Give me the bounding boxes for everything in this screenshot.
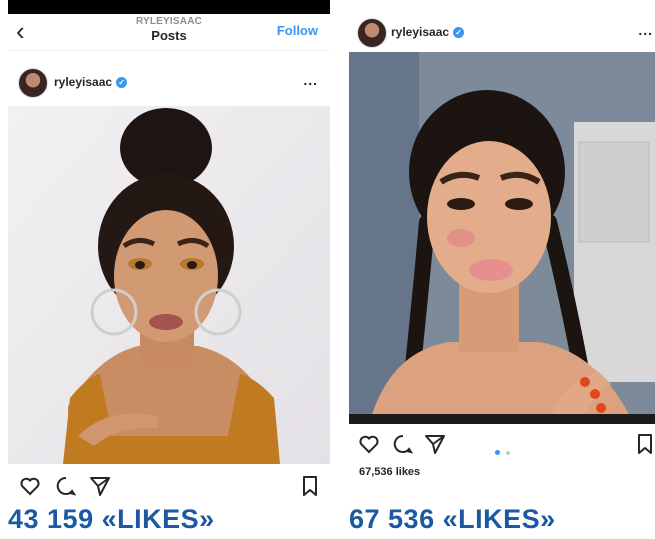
heart-icon[interactable] [357, 432, 381, 456]
left-likes-caption: 43 159 «LIKES» [8, 504, 215, 534]
post-photo[interactable] [8, 106, 330, 464]
comment-icon[interactable] [54, 474, 78, 498]
posts-nav-bar: ‹ RYLEYISAAC Posts Follow [8, 14, 330, 51]
more-options-button[interactable]: ... [303, 72, 318, 88]
post-username[interactable]: ryleyisaac [391, 25, 449, 39]
avatar[interactable] [357, 18, 387, 48]
portrait-image [349, 52, 655, 424]
post-header: ryleyisaac ✓ ... [8, 64, 330, 102]
portrait-image [8, 106, 330, 464]
post-author[interactable]: ryleyisaac ✓ [54, 75, 128, 89]
post-actions [8, 474, 330, 500]
bookmark-icon[interactable] [633, 432, 655, 456]
bookmark-icon[interactable] [298, 474, 322, 498]
avatar[interactable] [18, 68, 48, 98]
post-actions [349, 432, 655, 462]
post-photo[interactable] [349, 52, 655, 424]
heart-icon[interactable] [18, 474, 42, 498]
post-author[interactable]: ryleyisaac ✓ [391, 25, 465, 39]
share-icon[interactable] [88, 474, 112, 498]
post-header: ryleyisaac ✓ ... [349, 14, 655, 52]
verified-badge-icon: ✓ [116, 77, 128, 88]
verified-badge-icon: ✓ [453, 27, 465, 38]
comment-icon[interactable] [391, 432, 415, 456]
carousel-indicator [495, 442, 511, 460]
more-options-button[interactable]: ... [638, 22, 653, 38]
likes-count[interactable]: 67,536 likes [359, 466, 420, 478]
right-post-screenshot: ryleyisaac ✓ ... 67,536 likes [349, 0, 655, 500]
follow-button[interactable]: Follow [277, 23, 318, 38]
right-likes-caption: 67 536 «LIKES» [349, 504, 556, 534]
carousel-dot-active [495, 450, 500, 455]
status-bar [8, 0, 330, 14]
carousel-dot [506, 451, 511, 455]
share-icon[interactable] [423, 432, 447, 456]
left-post-screenshot: ‹ RYLEYISAAC Posts Follow ryleyisaac ✓ ..… [8, 0, 330, 500]
post-username[interactable]: ryleyisaac [54, 75, 112, 89]
